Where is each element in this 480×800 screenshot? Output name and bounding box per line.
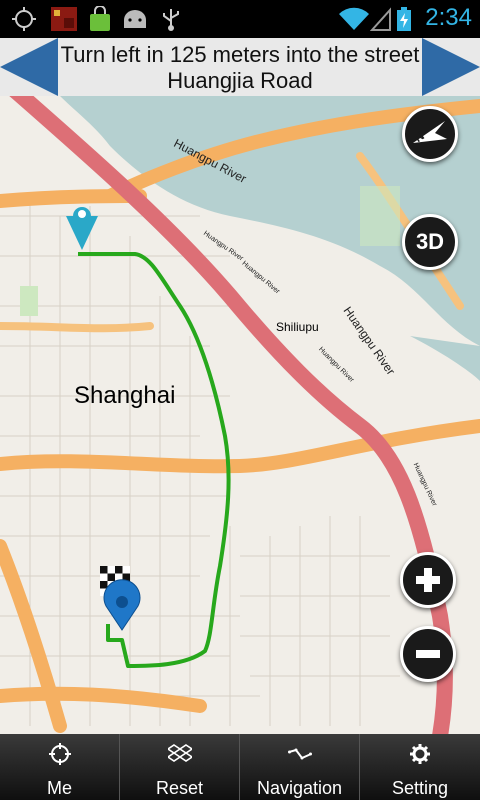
- zoom-in-button[interactable]: [400, 552, 456, 608]
- tab-me[interactable]: Me: [0, 734, 120, 800]
- tab-reset[interactable]: Reset: [120, 734, 240, 800]
- tab-setting[interactable]: Setting: [360, 734, 480, 800]
- next-instruction-button[interactable]: [422, 38, 480, 96]
- tab-label: Me: [46, 778, 72, 798]
- route-icon: [287, 748, 312, 760]
- signal-icon: [370, 7, 391, 31]
- zoom-out-button[interactable]: [400, 626, 456, 682]
- minus-icon: [416, 650, 440, 658]
- compass-north-icon: N: [412, 121, 447, 145]
- crosshair-icon: [48, 743, 71, 765]
- tab-label: Navigation: [256, 778, 343, 798]
- map-view[interactable]: Shanghai Shiliupu Huangpu River Huangpu …: [0, 96, 480, 734]
- poi-label: Shiliupu: [276, 320, 319, 334]
- turn-instruction-banner: Turn left in 125 meters into the street …: [0, 38, 480, 96]
- turn-instruction-text: Turn left in 125 meters into the street …: [60, 42, 420, 93]
- shopping-bag-icon: [90, 6, 110, 31]
- battery-charging-icon: [397, 7, 411, 31]
- dropbox-icon: [167, 744, 192, 762]
- tab-label: Setting: [391, 778, 449, 798]
- arrow-right-icon: [422, 38, 480, 96]
- app-thumbnail-icon: [51, 7, 77, 31]
- wifi-icon: [339, 7, 369, 31]
- status-bar: 2:34: [0, 0, 480, 38]
- tab-label: Reset: [155, 778, 204, 798]
- tab-navigation[interactable]: Navigation: [240, 734, 360, 800]
- gps-icon: [12, 7, 36, 31]
- compass-button[interactable]: N: [402, 106, 458, 162]
- current-location-pin[interactable]: [103, 579, 141, 631]
- status-clock: 2:34: [425, 4, 472, 31]
- plus-icon: [416, 568, 440, 592]
- android-debug-icon: [124, 10, 146, 28]
- arrow-left-icon: [0, 38, 58, 96]
- previous-instruction-button[interactable]: [0, 38, 58, 96]
- gear-icon: [410, 744, 430, 764]
- start-location-marker[interactable]: [66, 207, 98, 250]
- usb-icon: [163, 9, 179, 31]
- city-label: Shanghai: [74, 382, 176, 409]
- bottom-navigation-bar: Me Reset Navigation Setting: [0, 734, 480, 800]
- view-mode-3d-button[interactable]: 3D: [402, 214, 458, 270]
